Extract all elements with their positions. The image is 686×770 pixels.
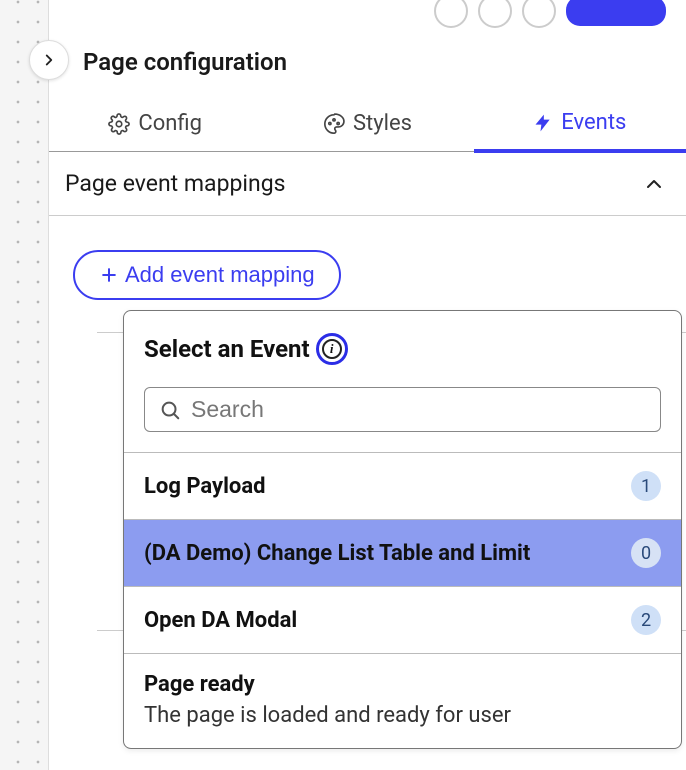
event-name: (DA Demo) Change List Table and Limit [144,541,530,566]
event-name: Open DA Modal [144,608,297,633]
dropdown-title-row: Select an Event i [124,311,681,371]
count-badge: 0 [631,538,661,568]
config-panel: Page configuration Config Styles Events … [48,0,686,770]
top-toolbar-partial [434,0,666,28]
search-icon [159,399,181,421]
search-input[interactable] [191,396,646,423]
event-name: Page ready [144,672,255,697]
tab-events[interactable]: Events [474,98,686,153]
event-option-page-ready[interactable]: Page ready [124,654,681,703]
event-name: Log Payload [144,474,266,499]
event-description: The page is loaded and ready for user [124,703,681,748]
search-input-wrapper[interactable] [144,387,661,432]
bolt-icon [533,113,553,133]
tab-config[interactable]: Config [49,98,261,151]
event-list: Log Payload 1 (DA Demo) Change List Tabl… [124,452,681,748]
chevron-right-icon [40,51,58,69]
event-option-open-da-modal[interactable]: Open DA Modal 2 [124,587,681,654]
palette-icon [323,113,345,135]
section-header-event-mappings[interactable]: Page event mappings [49,152,686,216]
collapse-panel-button[interactable] [29,40,69,80]
add-event-mapping-button[interactable]: Add event mapping [73,250,341,300]
count-badge: 1 [631,471,661,501]
tab-label: Events [561,110,626,135]
dropdown-title: Select an Event [144,335,310,363]
canvas-grid-left [0,0,48,770]
tab-styles[interactable]: Styles [261,98,473,151]
toolbar-primary-button[interactable] [566,0,666,26]
toolbar-circle-button-2[interactable] [478,0,512,28]
tab-bar: Config Styles Events [49,98,686,152]
event-option-log-payload[interactable]: Log Payload 1 [124,453,681,520]
count-badge: 2 [631,605,661,635]
tab-label: Config [138,111,202,136]
gear-icon [108,113,130,135]
info-icon[interactable]: i [316,333,348,365]
tab-label: Styles [353,111,412,136]
select-event-dropdown: Select an Event i Log Payload 1 (DA Demo… [123,310,682,749]
plus-icon [99,265,119,285]
section-title: Page event mappings [65,170,285,197]
toolbar-circle-button-1[interactable] [434,0,468,28]
event-option-change-list-table[interactable]: (DA Demo) Change List Table and Limit 0 [124,520,681,587]
chevron-up-icon [642,172,666,196]
add-button-label: Add event mapping [125,262,315,288]
toolbar-circle-button-3[interactable] [522,0,556,28]
